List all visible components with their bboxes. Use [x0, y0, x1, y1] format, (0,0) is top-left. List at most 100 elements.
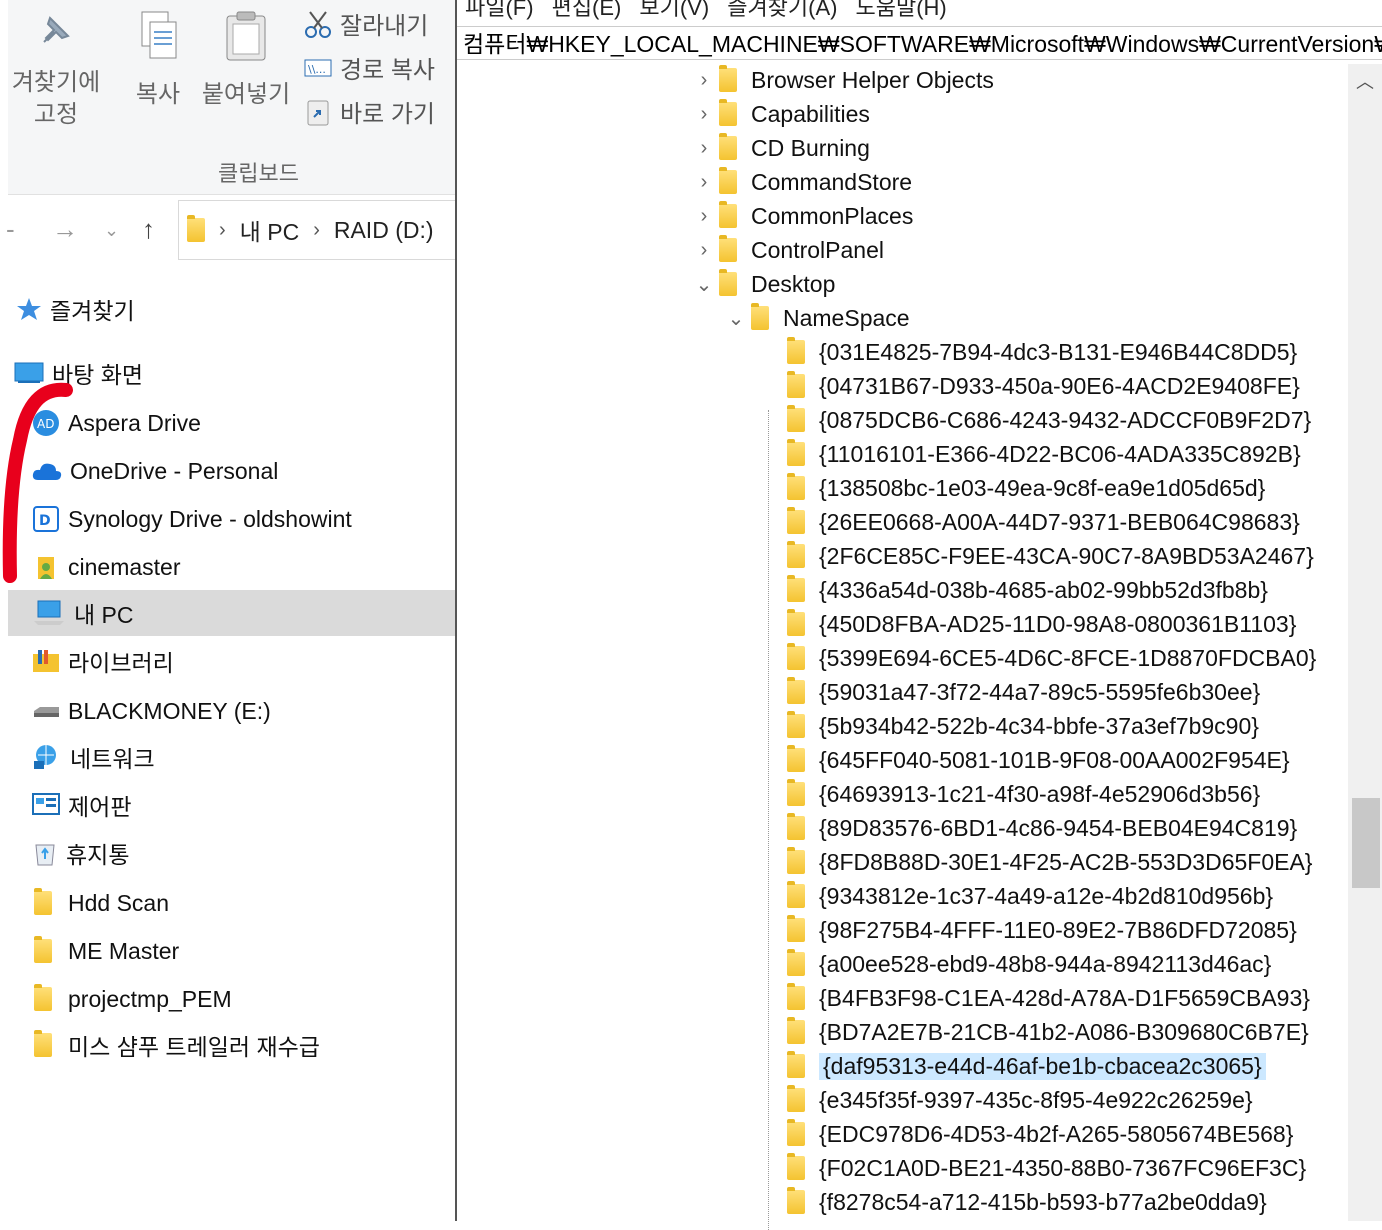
registry-key-label: {a00ee528-ebd9-48b8-944a-8942113d46ac} [819, 950, 1272, 977]
nav-item-network[interactable]: 네트워크 [32, 734, 480, 780]
registry-key[interactable]: {11016101-E366-4D22-BC06-4ADA335C892B} [757, 438, 1301, 470]
breadcrumb-item[interactable]: RAID (D:) [334, 217, 434, 244]
nav-item-onedrive[interactable]: OneDrive - Personal [32, 448, 480, 494]
registry-key[interactable]: {daf95313-e44d-46af-be1b-cbacea2c3065} [757, 1050, 1266, 1082]
registry-key[interactable]: {59031a47-3f72-44a7-89c5-5595fe6b30ee} [757, 676, 1260, 708]
chevron-down-icon[interactable]: ⌄ [721, 306, 751, 331]
registry-key[interactable]: {8FD8B88D-30E1-4F25-AC2B-553D3D65F0EA} [757, 846, 1313, 878]
scrollbar-thumb[interactable] [1352, 798, 1380, 888]
nav-item-miss-shampoo-trailer[interactable]: 미스 샴푸 트레일러 재수급 [34, 1022, 482, 1068]
nav-item-control-panel[interactable]: 제어판 [32, 782, 480, 828]
chevron-right-icon[interactable]: › [689, 205, 719, 228]
chevron-right-icon[interactable]: › [689, 137, 719, 160]
registry-key[interactable]: {0875DCB6-C686-4243-9432-ADCCF0B9F2D7} [757, 404, 1311, 436]
menu-help[interactable]: 도움말(H) [856, 0, 947, 20]
nav-item-cinemaster[interactable]: cinemaster [32, 544, 480, 590]
registry-key[interactable]: {e345f35f-9397-435c-8f95-4e922c26259e} [757, 1084, 1253, 1116]
registry-key[interactable]: › ControlPanel [689, 234, 884, 266]
chevron-right-icon[interactable]: › [689, 171, 719, 194]
nav-item-library[interactable]: 라이브러리 [32, 638, 480, 684]
registry-key-label: {EDC978D6-4D53-4b2f-A265-5805674BE568} [819, 1120, 1294, 1147]
registry-key[interactable]: {F02C1A0D-BE21-4350-88B0-7367FC96EF3C} [757, 1152, 1306, 1184]
pin-to-quick-access-button[interactable]: 겨찾기에 고정 [8, 8, 104, 131]
registry-key[interactable]: {5399E694-6CE5-4D6C-8FCE-1D8870FDCBA0} [757, 642, 1316, 674]
breadcrumb-item[interactable]: 내 PC [240, 213, 300, 247]
chevron-right-icon: › [219, 218, 226, 241]
registry-key-label: {B4FB3F98-C1EA-428d-A78A-D1F5659CBA93} [819, 984, 1310, 1011]
nav-item-recycle-bin[interactable]: 휴지통 [32, 830, 480, 876]
registry-key[interactable]: {2F6CE85C-F9EE-43CA-90C7-8A9BD53A2467} [757, 540, 1314, 572]
folder-icon [719, 99, 737, 126]
registry-key-label: {04731B67-D933-450a-90E6-4ACD2E9408FE} [819, 372, 1300, 399]
recent-locations-chevron-icon[interactable]: ⌄ [104, 220, 119, 241]
registry-key[interactable]: › CD Burning [689, 132, 870, 164]
registry-key[interactable]: {f8278c54-a712-415b-b593-b77a2be0dda9} [757, 1186, 1267, 1218]
chevron-right-icon[interactable]: › [689, 69, 719, 92]
registry-key[interactable]: {98F275B4-4FFF-11E0-89E2-7B86DFD72085} [757, 914, 1297, 946]
registry-key[interactable]: {26EE0668-A00A-44D7-9371-BEB064C98683} [757, 506, 1300, 538]
registry-key-label: {11016101-E366-4D22-BC06-4ADA335C892B} [819, 440, 1301, 467]
breadcrumb[interactable]: › 내 PC › RAID (D:) [178, 200, 468, 260]
registry-key[interactable]: › Capabilities [689, 98, 870, 130]
registry-key[interactable]: ⌄ Desktop [689, 268, 835, 300]
registry-key-label: {BD7A2E7B-21CB-41b2-A086-B309680C6B7E} [819, 1018, 1309, 1045]
registry-key[interactable]: › CommonPlaces [689, 200, 913, 232]
registry-key-label: {5b934b42-522b-4c34-bbfe-37a3ef7b9c90} [819, 712, 1259, 739]
forward-arrow-icon[interactable]: → [52, 214, 78, 245]
chevron-down-icon[interactable]: ⌄ [689, 272, 719, 297]
nav-item-favorites[interactable]: 즐겨찾기 [16, 286, 464, 332]
back-button[interactable]: - [6, 214, 15, 245]
registry-key[interactable]: {645FF040-5081-101B-9F08-00AA002F954E} [757, 744, 1290, 776]
registry-key[interactable]: ⌄ NameSpace [721, 302, 910, 334]
paste-shortcut-button[interactable]: 바로 가기 [304, 94, 435, 129]
nav-item-hdd-scan[interactable]: Hdd Scan [34, 880, 482, 926]
registry-key[interactable]: {138508bc-1e03-49ea-9c8f-ea9e1d05d65d} [757, 472, 1265, 504]
scroll-up-arrow-icon[interactable]: ︿ [1356, 68, 1374, 94]
chevron-right-icon[interactable]: › [689, 239, 719, 262]
folder-icon [751, 303, 769, 330]
registry-key[interactable]: {89D83576-6BD1-4c86-9454-BEB04E94C819} [757, 812, 1297, 844]
nav-item-blackmoney-drive[interactable]: BLACKMONEY (E:) [32, 688, 480, 734]
desktop-icon [14, 362, 44, 383]
registry-key[interactable]: {450D8FBA-AD25-11D0-98A8-0800361B1103} [757, 608, 1296, 640]
registry-key[interactable]: {EDC978D6-4D53-4b2f-A265-5805674BE568} [757, 1118, 1293, 1150]
registry-key-label: {9343812e-1c37-4a49-a12e-4b2d810d956b} [819, 882, 1274, 909]
nav-item-desktop[interactable]: 바탕 화면 [14, 350, 462, 396]
nav-item-aspera-drive[interactable]: AD Aspera Drive [32, 400, 480, 446]
registry-key[interactable]: {031E4825-7B94-4dc3-B131-E946B44C8DD5} [757, 336, 1297, 368]
registry-key[interactable]: {9343812e-1c37-4a49-a12e-4b2d810d956b} [757, 880, 1273, 912]
cut-label: 잘라내기 [340, 13, 429, 40]
menu-file[interactable]: 파일(F) [465, 0, 534, 20]
copy-path-button[interactable]: \\... 경로 복사 [304, 50, 435, 85]
paste-button[interactable]: 붙여넣기 [194, 8, 298, 111]
chevron-right-icon[interactable]: › [689, 103, 719, 126]
registry-key[interactable]: {64693913-1c21-4f30-a98f-4e52906d3b56} [757, 778, 1260, 810]
nav-item-this-pc[interactable]: 내 PC [8, 590, 456, 636]
registry-key[interactable]: › CommandStore [689, 166, 912, 198]
menu-edit[interactable]: 편집(E) [552, 0, 622, 20]
cut-button[interactable]: 잘라내기 [304, 6, 428, 41]
nav-item-synology-drive[interactable]: D Synology Drive - oldshowint [32, 496, 480, 542]
registry-path-field[interactable]: 컴퓨터₩HKEY_LOCAL_MACHINE₩SOFTWARE₩Microsof… [457, 26, 1382, 60]
registry-key[interactable]: › Browser Helper Objects [689, 64, 994, 96]
vertical-scrollbar[interactable]: ︿ [1348, 64, 1382, 1221]
up-arrow-icon[interactable]: ↑ [142, 214, 155, 245]
clipboard-icon [226, 11, 266, 61]
control-panel-icon [32, 793, 60, 815]
nav-item-projectmp-pem[interactable]: projectmp_PEM [34, 976, 482, 1022]
menu-favorites[interactable]: 즐겨찾기(A) [727, 0, 837, 20]
folder-icon [719, 201, 737, 228]
registry-key[interactable]: {BD7A2E7B-21CB-41b2-A086-B309680C6B7E} [757, 1016, 1309, 1048]
menu-view[interactable]: 보기(V) [639, 0, 709, 20]
registry-editor-window: 파일(F) 편집(E) 보기(V) 즐겨찾기(A) 도움말(H) 컴퓨터₩HKE… [455, 0, 1382, 1230]
registry-key-label: {e345f35f-9397-435c-8f95-4e922c26259e} [819, 1086, 1253, 1113]
nav-item-me-master[interactable]: ME Master [34, 928, 482, 974]
registry-key[interactable]: {04731B67-D933-450a-90E6-4ACD2E9408FE} [757, 370, 1300, 402]
copy-button[interactable]: 복사 [118, 8, 198, 111]
folder-icon [787, 1187, 805, 1214]
registry-key-label: {98F275B4-4FFF-11E0-89E2-7B86DFD72085} [819, 916, 1297, 943]
registry-key[interactable]: {B4FB3F98-C1EA-428d-A78A-D1F5659CBA93} [757, 982, 1310, 1014]
registry-key[interactable]: {5b934b42-522b-4c34-bbfe-37a3ef7b9c90} [757, 710, 1259, 742]
registry-key[interactable]: {4336a54d-038b-4685-ab02-99bb52d3fb8b} [757, 574, 1268, 606]
registry-key[interactable]: {a00ee528-ebd9-48b8-944a-8942113d46ac} [757, 948, 1271, 980]
